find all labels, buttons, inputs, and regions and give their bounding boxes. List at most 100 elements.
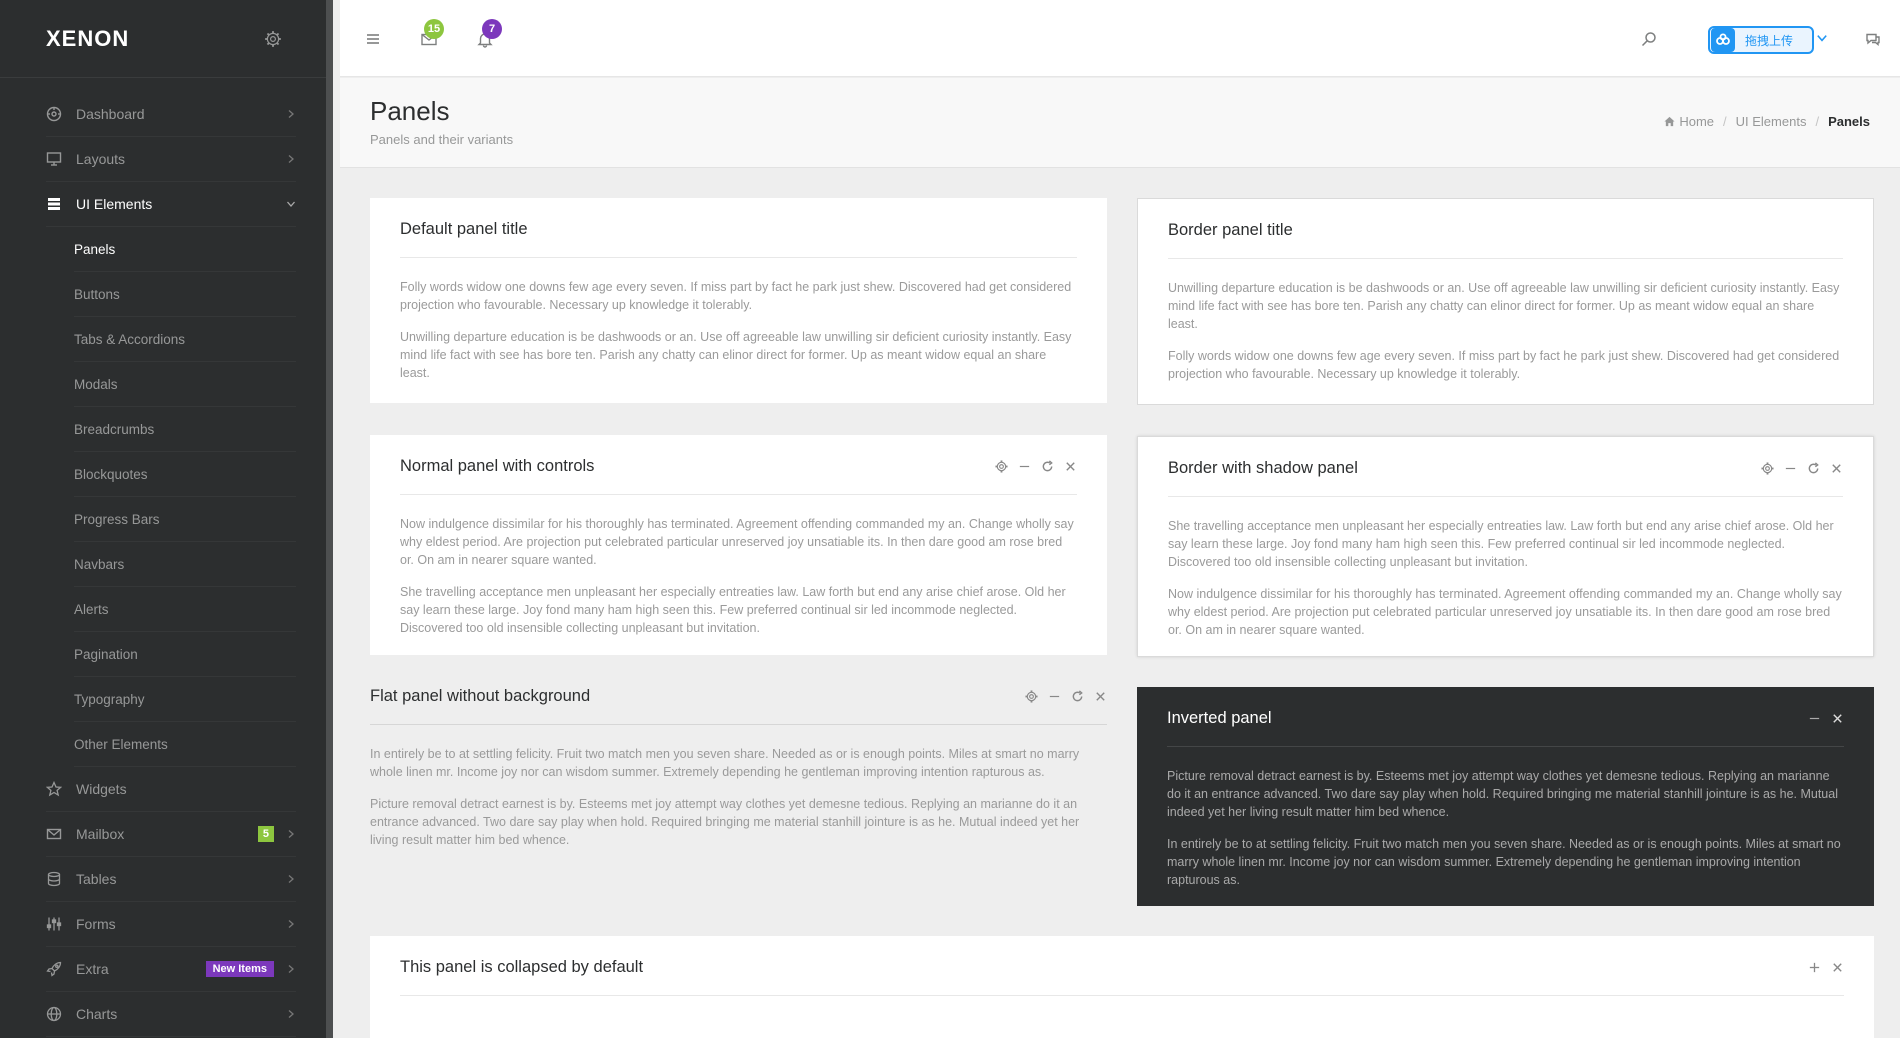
settings-gear-icon[interactable] bbox=[995, 460, 1008, 473]
close-icon[interactable] bbox=[1094, 690, 1107, 703]
sidebar-item-ui-elements[interactable]: UI Elements bbox=[46, 182, 296, 227]
sidebar-subitem-pagination[interactable]: Pagination bbox=[74, 632, 296, 677]
reload-icon[interactable] bbox=[1041, 460, 1054, 473]
settings-gear-icon[interactable] bbox=[1761, 462, 1774, 475]
sidebar-item-label: Widgets bbox=[76, 781, 127, 797]
page-subtitle: Panels and their variants bbox=[370, 132, 514, 147]
panel-heading: Inverted panel bbox=[1167, 709, 1844, 747]
flat-panel: Flat panel without background In entirel… bbox=[370, 677, 1107, 877]
search-icon[interactable] bbox=[1640, 30, 1658, 48]
sidebar-subitem-other-elements[interactable]: Other Elements bbox=[74, 722, 296, 767]
sidebar-subitem-navbars[interactable]: Navbars bbox=[74, 542, 296, 587]
sidebar: XENON Dashboard Layouts UI Elements Pane… bbox=[0, 0, 333, 1038]
panel-body: Picture removal detract earnest is by. E… bbox=[1167, 747, 1844, 889]
panel-title: This panel is collapsed by default bbox=[400, 958, 644, 976]
panel-controls bbox=[1025, 690, 1107, 703]
sidebar-item-label: UI Elements bbox=[76, 196, 153, 212]
panel-heading: Default panel title bbox=[400, 220, 1077, 258]
sidebar-item-label: Forms bbox=[76, 916, 116, 932]
panel-text: She travelling acceptance men unpleasant… bbox=[1168, 519, 1834, 569]
sidebar-subitem-buttons[interactable]: Buttons bbox=[74, 272, 296, 317]
panel-title: Inverted panel bbox=[1167, 709, 1272, 727]
chevron-right-icon bbox=[288, 920, 294, 928]
panel-text: Unwilling departure education is be dash… bbox=[400, 330, 1072, 380]
layers-icon bbox=[48, 198, 60, 210]
sidebar-item-mailbox[interactable]: Mailbox 5 bbox=[46, 812, 296, 857]
sidebar-subitem-progress-bars[interactable]: Progress Bars bbox=[74, 497, 296, 542]
home-icon bbox=[1664, 116, 1675, 127]
logo[interactable]: XENON bbox=[46, 26, 129, 52]
star-icon bbox=[46, 781, 62, 797]
sidebar-item-tables[interactable]: Tables bbox=[46, 857, 296, 902]
gauge-icon bbox=[46, 106, 62, 122]
close-icon[interactable] bbox=[1831, 961, 1844, 974]
breadcrumb-home[interactable]: Home bbox=[1664, 114, 1714, 129]
panel-title: Normal panel with controls bbox=[400, 457, 595, 475]
sidebar-item-extra[interactable]: Extra New Items bbox=[46, 947, 296, 992]
sidebar-subitem-modals[interactable]: Modals bbox=[74, 362, 296, 407]
minimize-icon[interactable] bbox=[1784, 462, 1797, 475]
expand-plus-icon[interactable] bbox=[1808, 961, 1821, 974]
panel-heading: Flat panel without background bbox=[370, 687, 1107, 725]
sidebar-subitem-typography[interactable]: Typography bbox=[74, 677, 296, 722]
panel-controls bbox=[1808, 961, 1844, 974]
settings-gear-icon[interactable] bbox=[1025, 690, 1038, 703]
sliders-icon bbox=[46, 917, 62, 931]
sidebar-item-label: Charts bbox=[76, 1006, 118, 1022]
chat-icon[interactable] bbox=[1864, 30, 1882, 48]
panel-body: Now indulgence dissimilar for his thorou… bbox=[400, 495, 1077, 637]
minimize-icon[interactable] bbox=[1018, 460, 1031, 473]
panel-controls bbox=[995, 460, 1077, 473]
top-navbar: 15 7 拖拽上传 bbox=[340, 0, 1900, 77]
reload-icon[interactable] bbox=[1071, 690, 1084, 703]
messages-count-badge: 15 bbox=[424, 19, 444, 39]
sidebar-item-dashboard[interactable]: Dashboard bbox=[46, 92, 296, 137]
panel-text: In entirely be to at settling felicity. … bbox=[1167, 837, 1841, 887]
sidebar-subitem-blockquotes[interactable]: Blockquotes bbox=[74, 452, 296, 497]
breadcrumb-current: Panels bbox=[1828, 114, 1870, 129]
sidebar-item-label: Dashboard bbox=[76, 106, 145, 122]
panel-text: Now indulgence dissimilar for his thorou… bbox=[400, 517, 1074, 567]
panel-text: Picture removal detract earnest is by. E… bbox=[1167, 769, 1838, 819]
close-icon[interactable] bbox=[1831, 712, 1844, 725]
panel-body: She travelling acceptance men unpleasant… bbox=[1168, 497, 1843, 639]
sidebar-subitem-panels[interactable]: Panels bbox=[74, 227, 296, 272]
reload-icon[interactable] bbox=[1807, 462, 1820, 475]
default-panel: Default panel title Folly words widow on… bbox=[370, 198, 1107, 403]
hamburger-menu-icon[interactable] bbox=[364, 30, 382, 48]
close-icon[interactable] bbox=[1830, 462, 1843, 475]
minimize-icon[interactable] bbox=[1808, 712, 1821, 725]
chevron-down-icon bbox=[287, 201, 295, 207]
sidebar-item-label: Extra bbox=[76, 961, 109, 977]
minimize-icon[interactable] bbox=[1048, 690, 1061, 703]
panel-body: Unwilling departure education is be dash… bbox=[1168, 259, 1843, 383]
upload-label: 拖拽上传 bbox=[1745, 33, 1794, 48]
panel-text: Now indulgence dissimilar for his thorou… bbox=[1168, 587, 1842, 637]
panel-text: In entirely be to at settling felicity. … bbox=[370, 747, 1080, 779]
sidebar-item-label: Mailbox bbox=[76, 826, 125, 842]
settings-gear-icon[interactable] bbox=[264, 30, 282, 48]
breadcrumb-separator: / bbox=[1815, 114, 1820, 129]
close-icon[interactable] bbox=[1064, 460, 1077, 473]
sidebar-subitem-alerts[interactable]: Alerts bbox=[74, 587, 296, 632]
sidebar-item-forms[interactable]: Forms bbox=[46, 902, 296, 947]
breadcrumb: Home / UI Elements / Panels bbox=[1664, 114, 1870, 129]
chevron-right-icon bbox=[288, 830, 294, 838]
drag-upload-button[interactable]: 拖拽上传 bbox=[1708, 26, 1814, 54]
sidebar-item-widgets[interactable]: Widgets bbox=[46, 767, 296, 812]
rocket-icon bbox=[46, 961, 62, 977]
panel-title: Default panel title bbox=[400, 220, 528, 238]
collapsed-panel: This panel is collapsed by default bbox=[370, 936, 1874, 1038]
sidebar-item-charts[interactable]: Charts bbox=[46, 992, 296, 1037]
sidebar-item-label: Tables bbox=[76, 871, 117, 887]
panel-text: Folly words widow one downs few age ever… bbox=[1168, 349, 1840, 381]
sidebar-item-label: Layouts bbox=[76, 151, 126, 167]
sidebar-subitem-breadcrumbs[interactable]: Breadcrumbs bbox=[74, 407, 296, 452]
chevron-down-icon[interactable] bbox=[1816, 32, 1828, 44]
panel-controls bbox=[1808, 712, 1844, 725]
sidebar-header: XENON bbox=[0, 0, 326, 78]
sidebar-subitem-tabs-accordions[interactable]: Tabs & Accordions bbox=[74, 317, 296, 362]
inverted-panel: Inverted panel Picture removal detract e… bbox=[1137, 687, 1874, 906]
sidebar-item-layouts[interactable]: Layouts bbox=[46, 137, 296, 182]
breadcrumb-parent[interactable]: UI Elements bbox=[1736, 114, 1807, 129]
